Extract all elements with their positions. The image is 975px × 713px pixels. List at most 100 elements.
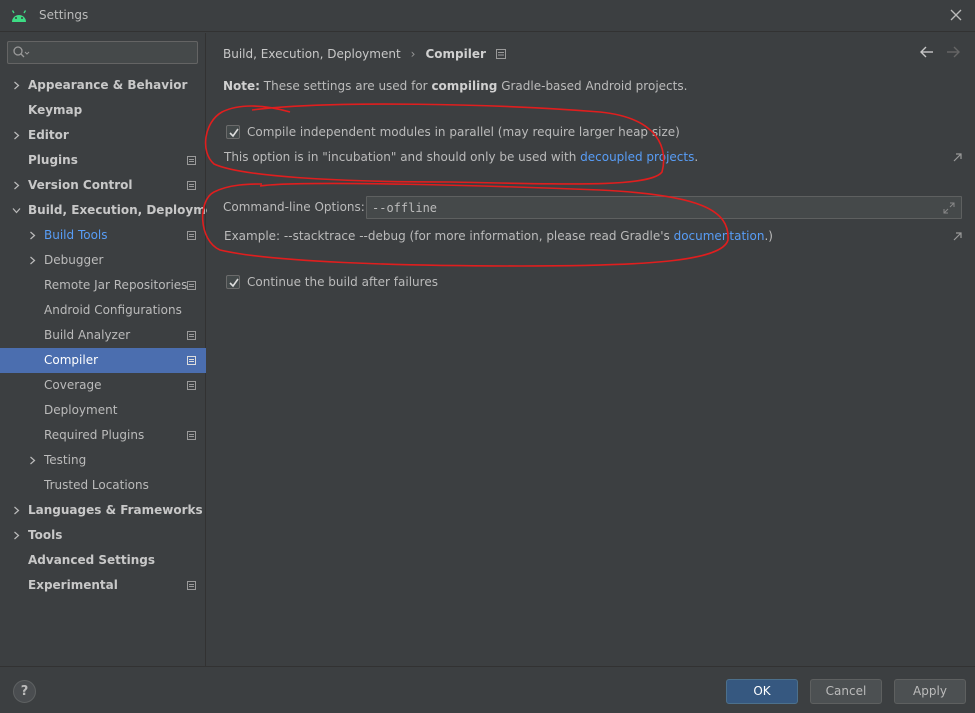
chevron-right-icon[interactable] <box>12 531 21 540</box>
chevron-right-icon[interactable] <box>28 231 37 240</box>
cmdline-field[interactable] <box>366 196 962 219</box>
project-scope-icon <box>495 49 506 59</box>
breadcrumb: Build, Execution, Deployment › Compiler <box>223 45 506 63</box>
note-prefix: Note: <box>223 79 260 93</box>
sidebar-item-version-control[interactable]: Version Control <box>0 173 206 198</box>
settings-tree: Appearance & Behavior Keymap Editor Plugins… <box>0 73 228 598</box>
close-icon[interactable] <box>947 6 965 24</box>
sidebar-item-compiler[interactable]: Compiler <box>0 348 206 373</box>
chevron-right-icon[interactable] <box>28 456 37 465</box>
sidebar-item-label: Build Tools <box>44 228 108 242</box>
project-scope-icon <box>187 331 196 340</box>
sidebar-item-label: Languages & Frameworks <box>28 503 203 517</box>
sidebar-item-label: Remote Jar Repositories <box>44 278 188 292</box>
breadcrumb-separator-icon: › <box>410 47 416 61</box>
breadcrumb-current: Compiler <box>425 47 486 61</box>
sidebar-item-label: Tools <box>28 528 63 542</box>
sidebar-item-languages-frameworks[interactable]: Languages & Frameworks <box>0 498 206 523</box>
sidebar-item-advanced-settings[interactable]: Advanced Settings <box>0 548 206 573</box>
sidebar-item-build-tools[interactable]: Build Tools <box>0 223 206 248</box>
settings-sidebar: Appearance & Behavior Keymap Editor Plugins… <box>0 33 228 666</box>
sidebar-item-label: Version Control <box>28 178 133 192</box>
main-panel: Build, Execution, Deployment › Compiler … <box>207 33 975 666</box>
sidebar-item-label: Keymap <box>28 103 83 117</box>
help-button[interactable]: ? <box>13 680 36 703</box>
sidebar-item-deployment[interactable]: Deployment <box>0 398 206 423</box>
sidebar-item-experimental[interactable]: Experimental <box>0 573 206 598</box>
parallel-hint: This option is in "incubation" and shoul… <box>224 150 698 164</box>
continue-build-checkbox-row[interactable]: Continue the build after failures <box>226 275 438 289</box>
project-scope-icon <box>187 281 196 290</box>
cancel-button[interactable]: Cancel <box>810 679 882 704</box>
decoupled-projects-link[interactable]: decoupled projects <box>580 150 694 164</box>
cmdline-label: Command-line Options: <box>223 200 365 214</box>
note-text-1: These settings are used for <box>259 79 432 93</box>
sidebar-item-label: Build Analyzer <box>44 328 131 342</box>
search-box[interactable] <box>7 41 198 64</box>
sidebar-item-keymap[interactable]: Keymap <box>0 98 206 123</box>
note-text: Note: These settings are used for compil… <box>223 79 687 93</box>
window-title: Settings <box>39 8 89 22</box>
breadcrumb-parent[interactable]: Build, Execution, Deployment <box>223 47 401 61</box>
sidebar-item-appearance-behavior[interactable]: Appearance & Behavior <box>0 73 206 98</box>
sidebar-item-required-plugins[interactable]: Required Plugins <box>0 423 206 448</box>
sidebar-item-label: Compiler <box>44 353 99 367</box>
note-text-2: Gradle-based Android projects. <box>497 79 688 93</box>
sidebar-item-label: Testing <box>44 453 87 467</box>
sidebar-item-android-configurations[interactable]: Android Configurations <box>0 298 206 323</box>
sidebar-item-label: Deployment <box>44 403 118 417</box>
forward-arrow-icon[interactable] <box>945 44 961 60</box>
sidebar-item-label: Trusted Locations <box>44 478 149 492</box>
chevron-right-icon[interactable] <box>28 256 37 265</box>
external-link-icon[interactable] <box>953 153 962 162</box>
project-scope-icon <box>187 231 196 240</box>
sidebar-item-label: Plugins <box>28 153 78 167</box>
parallel-hint-end: . <box>694 150 699 164</box>
cmdline-hint-end: .) <box>764 229 773 243</box>
cmdline-hint: Example: --stacktrace --debug (for more … <box>224 229 773 243</box>
documentation-link[interactable]: documentation <box>674 229 765 243</box>
sidebar-item-editor[interactable]: Editor <box>0 123 206 148</box>
sidebar-item-label: Coverage <box>44 378 102 392</box>
sidebar-item-plugins[interactable]: Plugins <box>0 148 206 173</box>
dialog-footer: ? OK Cancel Apply <box>0 666 975 713</box>
checkmark-icon <box>229 128 239 138</box>
sidebar-item-label: Advanced Settings <box>28 553 156 567</box>
chevron-down-icon[interactable] <box>12 206 21 215</box>
sidebar-item-label: Build, Execution, Deployment <box>28 203 229 217</box>
chevron-right-icon[interactable] <box>12 81 21 90</box>
sidebar-item-label: Android Configurations <box>44 303 182 317</box>
sidebar-item-label: Editor <box>28 128 69 142</box>
expand-icon[interactable] <box>943 202 955 214</box>
cmdline-input[interactable] <box>372 199 932 216</box>
continue-build-checkbox[interactable] <box>226 275 240 289</box>
apply-button[interactable]: Apply <box>894 679 966 704</box>
sidebar-item-debugger[interactable]: Debugger <box>0 248 206 273</box>
ok-button[interactable]: OK <box>726 679 798 704</box>
back-arrow-icon[interactable] <box>919 44 935 60</box>
sidebar-item-label: Required Plugins <box>44 428 145 442</box>
project-scope-icon <box>187 356 196 365</box>
search-input[interactable] <box>34 44 194 61</box>
project-scope-icon <box>187 581 196 590</box>
sidebar-item-build-analyzer[interactable]: Build Analyzer <box>0 323 206 348</box>
sidebar-item-label: Experimental <box>28 578 118 592</box>
sidebar-item-testing[interactable]: Testing <box>0 448 206 473</box>
chevron-right-icon[interactable] <box>12 181 21 190</box>
sidebar-item-remote-jar-repositories[interactable]: Remote Jar Repositories <box>0 273 206 298</box>
cmdline-hint-text: Example: --stacktrace --debug (for more … <box>224 229 674 243</box>
search-icon <box>13 46 30 58</box>
chevron-right-icon[interactable] <box>12 131 21 140</box>
sidebar-item-build-execution-deployment[interactable]: Build, Execution, Deployment <box>0 198 228 223</box>
project-scope-icon <box>187 156 196 165</box>
sidebar-item-label: Appearance & Behavior <box>28 78 188 92</box>
sidebar-item-trusted-locations[interactable]: Trusted Locations <box>0 473 206 498</box>
sidebar-item-tools[interactable]: Tools <box>0 523 206 548</box>
parallel-hint-text: This option is in "incubation" and shoul… <box>224 150 581 164</box>
sidebar-item-coverage[interactable]: Coverage <box>0 373 206 398</box>
chevron-right-icon[interactable] <box>12 506 21 515</box>
parallel-checkbox-row[interactable]: Compile independent modules in parallel … <box>226 125 680 139</box>
title-bar: Settings <box>0 0 975 32</box>
external-link-icon[interactable] <box>953 232 962 241</box>
parallel-checkbox[interactable] <box>226 125 240 139</box>
